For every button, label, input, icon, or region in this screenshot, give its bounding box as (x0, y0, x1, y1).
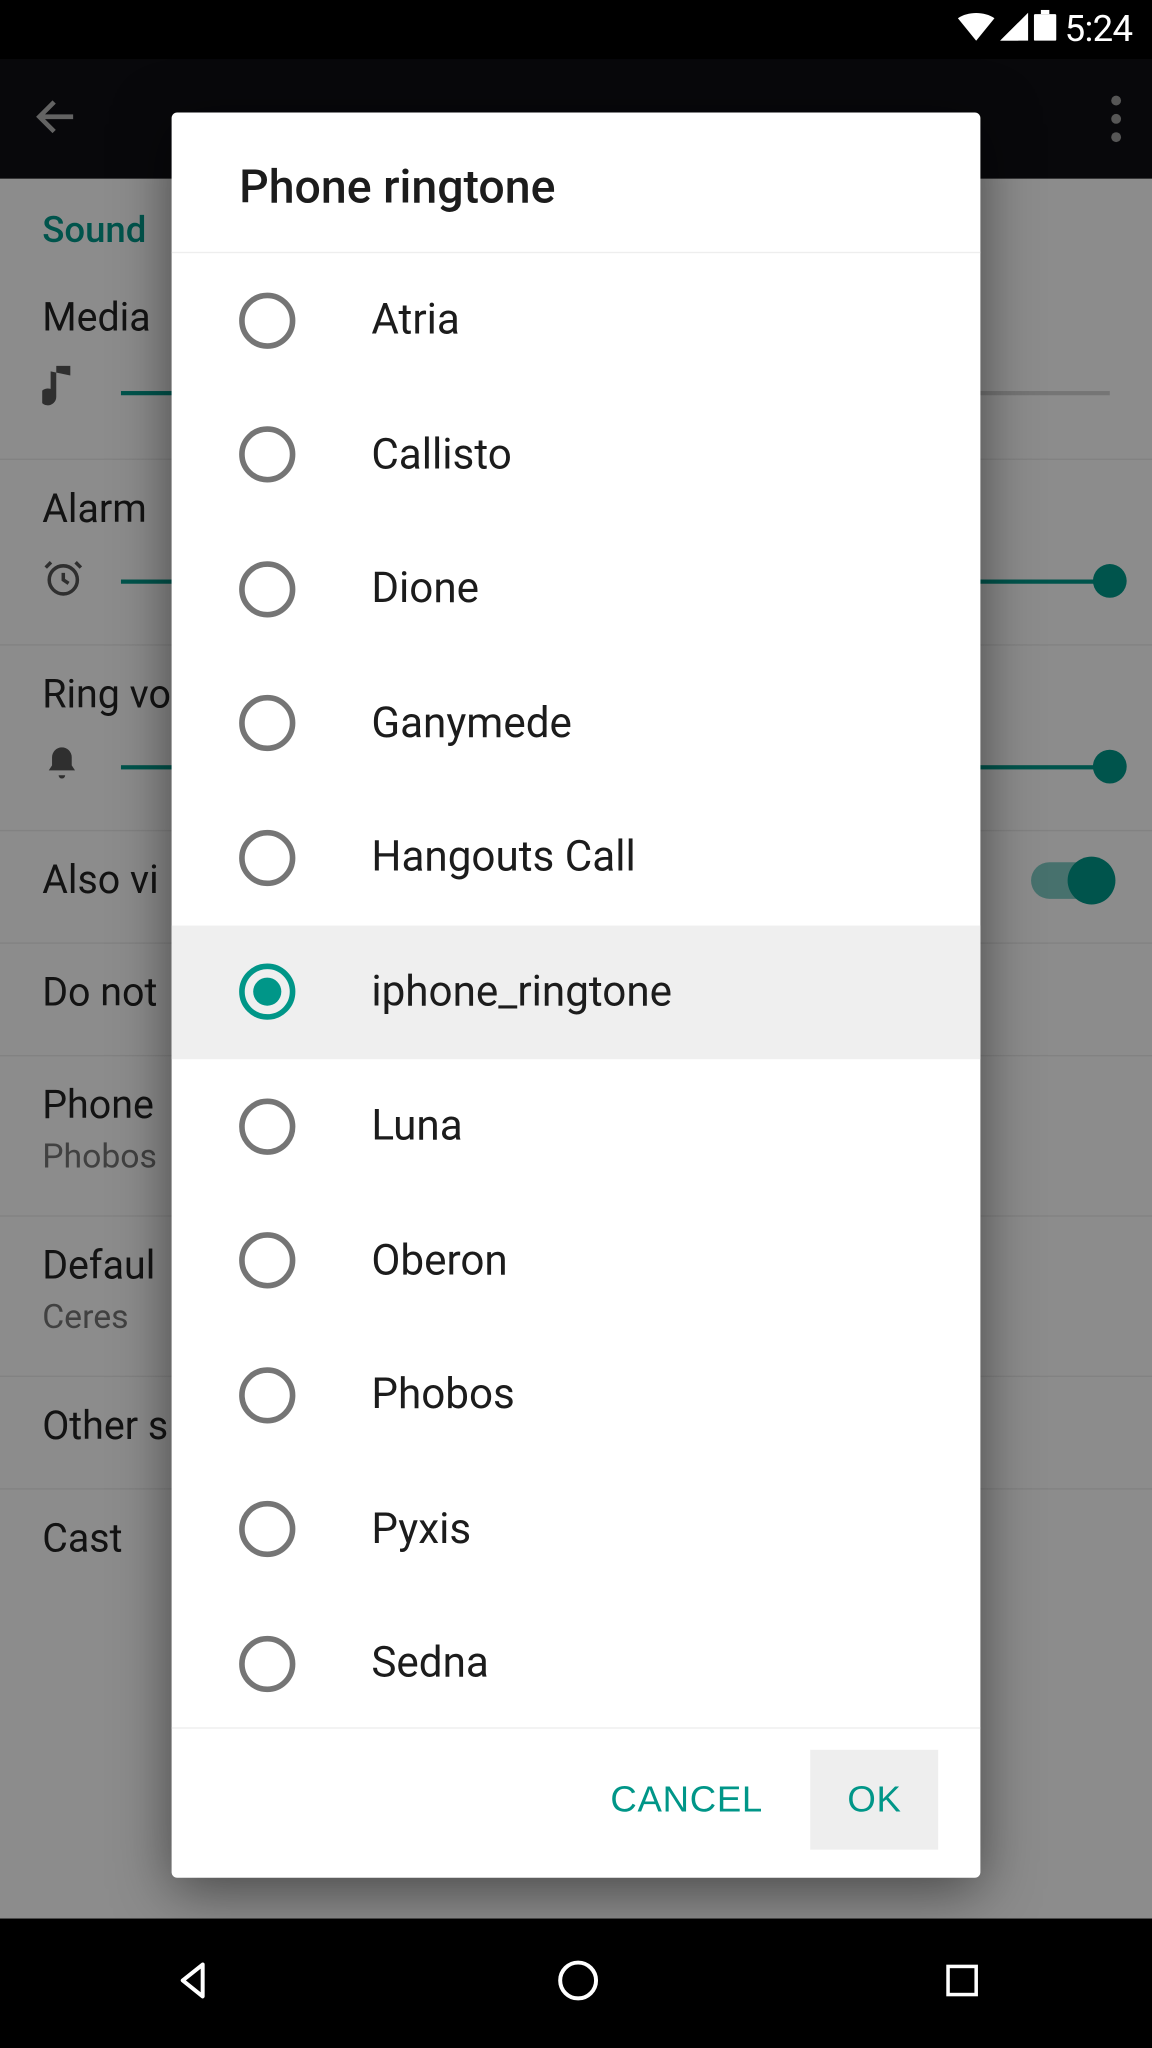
battery-icon (1034, 8, 1057, 50)
status-bar: 5:24 (0, 0, 1152, 59)
bell-icon (42, 743, 90, 791)
ringtone-label: Luna (371, 1102, 462, 1151)
toggle-switch[interactable] (1031, 862, 1110, 899)
ringtone-label: Phobos (371, 1370, 514, 1419)
radio-icon (239, 1636, 295, 1692)
ringtone-label: Hangouts Call (371, 833, 635, 882)
ringtone-option[interactable]: Ganymede (172, 656, 981, 790)
ringtone-option[interactable]: Pyxis (172, 1462, 981, 1596)
nav-home-icon[interactable] (555, 1957, 603, 2010)
ringtone-label: iphone_ringtone (371, 967, 672, 1016)
ok-button[interactable]: OK (811, 1750, 938, 1850)
ringtone-option[interactable]: iphone_ringtone (172, 925, 981, 1059)
nav-recent-icon[interactable] (941, 1959, 983, 2007)
radio-icon (239, 695, 295, 751)
radio-icon (239, 561, 295, 617)
dialog-title: Phone ringtone (172, 113, 981, 254)
radio-icon (239, 1098, 295, 1154)
ringtone-option[interactable]: Luna (172, 1059, 981, 1193)
cancel-button[interactable]: CANCEL (574, 1750, 800, 1850)
ringtone-label: Pyxis (371, 1505, 471, 1554)
radio-icon (239, 1367, 295, 1423)
ringtone-label: Dione (371, 564, 479, 613)
signal-icon (1000, 8, 1028, 50)
overflow-menu-icon[interactable] (1111, 96, 1121, 142)
wifi-icon (958, 8, 995, 50)
ringtone-option[interactable]: Hangouts Call (172, 791, 981, 925)
radio-icon (239, 830, 295, 886)
radio-icon (239, 1233, 295, 1289)
ringtone-option[interactable]: Phobos (172, 1328, 981, 1462)
back-icon[interactable] (31, 91, 82, 147)
nav-back-icon[interactable] (169, 1957, 217, 2010)
ringtone-dialog: Phone ringtone Atria Callisto Dione Ganymed… (172, 113, 981, 1878)
radio-icon (239, 292, 295, 348)
ringtone-option[interactable]: Sedna (172, 1596, 981, 1727)
alarm-clock-icon (42, 557, 90, 605)
music-note-icon (42, 366, 90, 419)
dialog-actions: CANCEL OK (172, 1729, 981, 1878)
ringtone-label: Ganymede (371, 699, 572, 748)
ringtone-label: Atria (371, 296, 460, 345)
ringtone-option[interactable]: Oberon (172, 1194, 981, 1328)
ringtone-label: Sedna (371, 1639, 488, 1688)
ringtone-label: Callisto (371, 430, 511, 479)
ringtone-list[interactable]: Atria Callisto Dione Ganymede Hangouts Call i… (172, 253, 981, 1727)
ringtone-option[interactable]: Dione (172, 522, 981, 656)
ringtone-label: Oberon (371, 1236, 507, 1285)
ringtone-option[interactable]: Callisto (172, 388, 981, 522)
nav-bar (0, 1919, 1152, 2048)
radio-icon (239, 964, 295, 1020)
ringtone-option[interactable]: Atria (172, 253, 981, 387)
radio-icon (239, 427, 295, 483)
radio-icon (239, 1501, 295, 1557)
status-time: 5:24 (1065, 8, 1133, 50)
